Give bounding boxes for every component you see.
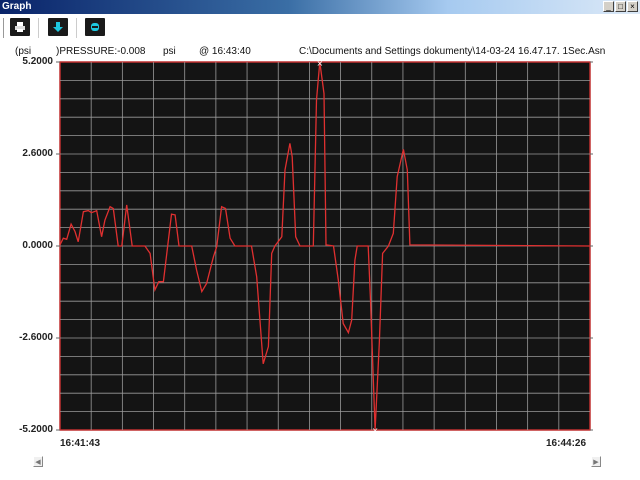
marker-max: × bbox=[316, 59, 323, 68]
x-tick-label-end: 16:44:26 bbox=[546, 438, 587, 449]
scroll-right-button[interactable]: ▶ bbox=[591, 456, 601, 467]
x-tick-label-start: 16:41:43 bbox=[60, 438, 101, 449]
scroll-left-button[interactable]: ◀ bbox=[33, 456, 43, 467]
pressure-chart: ×× bbox=[56, 59, 593, 435]
marker-min: × bbox=[372, 426, 379, 435]
